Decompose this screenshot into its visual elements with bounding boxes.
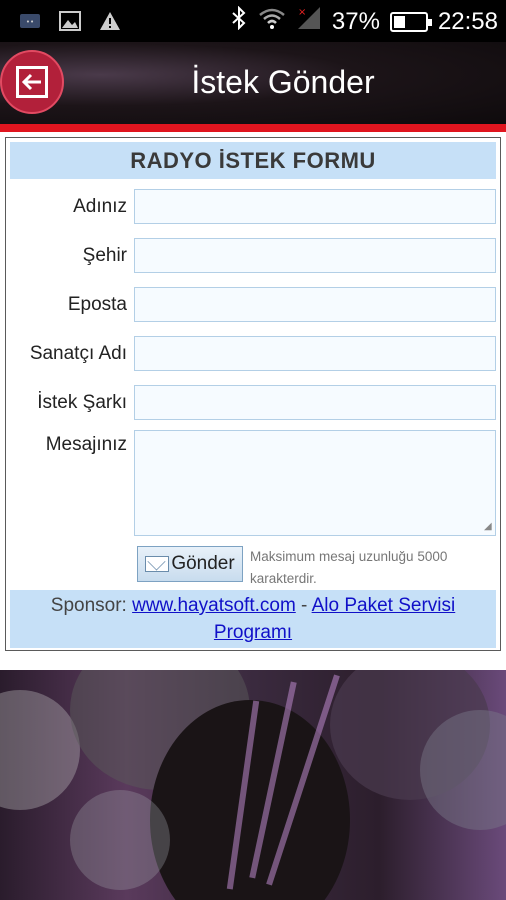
message-textarea[interactable] [134,430,496,536]
song-input[interactable] [134,385,496,420]
email-input[interactable] [134,287,496,322]
artist-row: Sanatçı Adı [6,335,500,373]
city-row: Şehir [6,237,500,275]
artist-label: Sanatçı Adı [29,343,127,364]
sponsor-separator: - [301,595,308,616]
email-row: Eposta [6,286,500,324]
status-bar: •• × 37% 22:58 [0,0,506,42]
send-button[interactable]: Gönder [137,546,243,582]
email-label: Eposta [67,294,127,315]
song-row: İstek Şarkı [6,384,500,422]
name-input[interactable] [134,189,496,224]
clock: 22:58 [437,7,498,35]
name-label: Adınız [73,196,127,217]
song-label: İstek Şarkı [37,392,127,413]
svg-text:×: × [298,7,306,18]
message-row: Mesajınız [6,426,500,536]
battery-icon [389,11,432,32]
city-label: Şehir [82,245,127,266]
content-panel: RADYO İSTEK FORMU Adınız Şehir Eposta Sa… [0,132,506,670]
warning-icon [98,10,122,32]
wifi-icon [258,7,286,36]
signal-icon: × [296,6,322,37]
app-header: İstek Gönder [0,42,506,124]
name-row: Adınız [6,188,500,226]
send-button-label: Gönder [171,553,235,574]
form-title: RADYO İSTEK FORMU [10,142,496,179]
sponsor-bar: Sponsor: www.hayatsoft.com - Alo Paket S… [10,590,496,648]
max-length-note: Maksimum mesaj uzunluğu 5000 karakterdir… [250,549,448,586]
header-divider [0,124,506,132]
notification-icon: •• [18,10,42,32]
image-icon [58,10,82,32]
svg-text:••: •• [26,18,34,26]
sponsor-prefix: Sponsor: [50,595,127,616]
envelope-icon [145,556,170,572]
page-title: İstek Gönder [191,64,375,100]
sponsor-link-hayatsoft[interactable]: www.hayatsoft.com [132,595,296,616]
battery-percent: 37% [331,7,380,35]
bluetooth-icon [230,5,248,37]
artist-input[interactable] [134,336,496,371]
resize-grip-icon[interactable]: ◢ [484,522,494,532]
city-input[interactable] [134,238,496,273]
background-image [0,670,506,900]
request-form: RADYO İSTEK FORMU Adınız Şehir Eposta Sa… [5,137,501,651]
message-label: Mesajınız [45,434,127,455]
